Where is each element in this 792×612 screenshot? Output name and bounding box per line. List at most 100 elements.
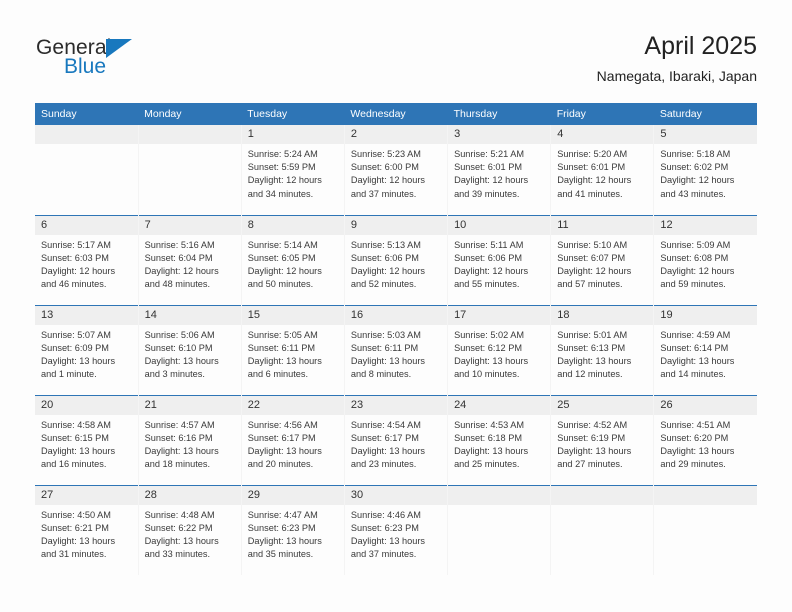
day-number: 2: [344, 125, 448, 144]
day-number: 30: [344, 485, 448, 505]
calendar-day-cell[interactable]: 24 Sunrise: 4:53 AM Sunset: 6:18 PM Dayligh…: [447, 394, 552, 485]
daylight-line-1: Daylight: 13 hours: [247, 355, 322, 366]
sunrise-time: Sunrise: 5:10 AM: [557, 239, 628, 250]
daylight-line-2: and 25 minutes.: [454, 459, 520, 470]
calendar-day-cell[interactable]: 25 Sunrise: 4:52 AM Sunset: 6:19 PM Dayligh…: [550, 394, 655, 485]
day-details: Sunrise: 5:02 AM Sunset: 6:12 PM Daylight:…: [448, 325, 550, 382]
calendar-day-cell[interactable]: 10 Sunrise: 5:11 AM Sunset: 6:06 PM Dayligh…: [447, 214, 552, 305]
day-number: 15: [241, 305, 344, 325]
daylight-line-2: and 20 minutes.: [247, 459, 314, 470]
calendar-day-cell[interactable]: 11 Sunrise: 5:10 AM Sunset: 6:07 PM Dayligh…: [550, 214, 655, 305]
sunset-time: Sunset: 6:09 PM: [41, 342, 109, 353]
day-number: 10: [448, 215, 551, 235]
sunrise-time: Sunrise: 5:23 AM: [350, 149, 421, 159]
calendar-day-cell[interactable]: 9 Sunrise: 5:13 AM Sunset: 6:06 PM Daylight…: [344, 214, 449, 305]
sunrise-time: Sunrise: 4:56 AM: [247, 419, 318, 430]
calendar-day-cell[interactable]: 20 Sunrise: 4:58 AM Sunset: 6:15 PM Dayligh…: [35, 394, 139, 485]
page-subtitle: Namegata, Ibaraki, Japan: [596, 68, 757, 84]
calendar-day-cell-empty: [138, 125, 242, 215]
calendar-day-cell[interactable]: 23 Sunrise: 4:54 AM Sunset: 6:17 PM Dayligh…: [344, 394, 449, 485]
sunset-time: Sunset: 6:07 PM: [557, 252, 626, 263]
calendar-day-cell[interactable]: 2 Sunrise: 5:23 AM Sunset: 6:00 PM Daylight…: [344, 125, 449, 215]
day-details: Sunrise: 4:51 AM Sunset: 6:20 PM Daylight:…: [654, 415, 757, 472]
calendar-day-cell[interactable]: 4 Sunrise: 5:20 AM Sunset: 6:01 PM Daylight…: [550, 125, 655, 215]
day-number: 4: [551, 125, 654, 144]
calendar-day-cell[interactable]: 26 Sunrise: 4:51 AM Sunset: 6:20 PM Dayligh…: [653, 394, 757, 485]
sunset-time: Sunset: 6:23 PM: [247, 522, 316, 533]
day-number: 8: [241, 215, 344, 235]
sunrise-time: Sunrise: 4:54 AM: [350, 419, 421, 430]
day-number: 27: [35, 485, 138, 505]
weekday-header-monday: Monday: [138, 103, 242, 125]
sunset-time: Sunset: 6:15 PM: [41, 432, 109, 443]
calendar-day-cell[interactable]: 7 Sunrise: 5:16 AM Sunset: 6:04 PM Daylight…: [138, 214, 242, 305]
day-details: Sunrise: 5:13 AM Sunset: 6:06 PM Daylight:…: [345, 235, 447, 292]
daylight-line-2: and 33 minutes.: [144, 549, 211, 560]
day-details: Sunrise: 5:07 AM Sunset: 6:09 PM Daylight:…: [35, 325, 138, 382]
day-details: Sunrise: 5:21 AM Sunset: 6:01 PM Daylight:…: [448, 144, 550, 201]
calendar-day-cell[interactable]: 15 Sunrise: 5:05 AM Sunset: 6:11 PM Dayligh…: [241, 304, 345, 395]
daylight-line-2: and 39 minutes.: [454, 188, 520, 199]
daylight-line-2: and 23 minutes.: [350, 459, 417, 470]
daylight-line-1: Daylight: 13 hours: [557, 445, 632, 456]
daylight-line-1: Daylight: 13 hours: [350, 445, 425, 456]
calendar-day-cell[interactable]: 21 Sunrise: 4:57 AM Sunset: 6:16 PM Dayligh…: [138, 394, 242, 485]
calendar-day-cell[interactable]: 18 Sunrise: 5:01 AM Sunset: 6:13 PM Dayligh…: [550, 304, 655, 395]
sunset-time: Sunset: 6:18 PM: [454, 432, 522, 443]
calendar-day-cell[interactable]: 8 Sunrise: 5:14 AM Sunset: 6:05 PM Daylight…: [241, 214, 345, 305]
page-header: General Blue April 2025 Namegata, Ibarak…: [0, 0, 792, 98]
day-number: 26: [654, 395, 757, 415]
calendar-day-cell[interactable]: 1 Sunrise: 5:24 AM Sunset: 5:59 PM Daylight…: [241, 125, 345, 215]
daylight-line-2: and 31 minutes.: [41, 549, 107, 560]
daylight-line-2: and 35 minutes.: [247, 549, 314, 560]
general-blue-logo[interactable]: General Blue: [36, 36, 216, 86]
daylight-line-1: Daylight: 12 hours: [350, 175, 425, 186]
day-number: 19: [654, 305, 757, 325]
calendar-day-cell[interactable]: 19 Sunrise: 4:59 AM Sunset: 6:14 PM Dayligh…: [653, 304, 757, 395]
daylight-line-1: Daylight: 13 hours: [660, 355, 735, 366]
sunset-time: Sunset: 6:16 PM: [144, 432, 213, 443]
calendar-day-cell[interactable]: 30 Sunrise: 4:46 AM Sunset: 6:23 PM Dayligh…: [344, 484, 449, 575]
calendar-day-cell[interactable]: 13 Sunrise: 5:07 AM Sunset: 6:09 PM Dayligh…: [35, 304, 139, 395]
weekday-header-saturday: Saturday: [653, 103, 757, 125]
day-details: Sunrise: 5:18 AM Sunset: 6:02 PM Daylight:…: [654, 144, 757, 201]
daylight-line-2: and 59 minutes.: [660, 279, 726, 290]
daylight-line-1: Daylight: 12 hours: [247, 265, 322, 276]
daylight-line-1: Daylight: 12 hours: [247, 175, 322, 186]
daylight-line-1: Daylight: 13 hours: [41, 445, 116, 456]
calendar-day-cell-empty: [35, 125, 139, 215]
daylight-line-2: and 27 minutes.: [557, 459, 623, 470]
calendar-page: General Blue April 2025 Namegata, Ibarak…: [0, 0, 792, 612]
sunrise-time: Sunrise: 5:09 AM: [660, 239, 731, 250]
calendar-day-cell[interactable]: 16 Sunrise: 5:03 AM Sunset: 6:11 PM Dayligh…: [344, 304, 449, 395]
calendar-day-cell[interactable]: 6 Sunrise: 5:17 AM Sunset: 6:03 PM Daylight…: [35, 214, 139, 305]
sunrise-time: Sunrise: 4:57 AM: [144, 419, 215, 430]
calendar-day-cell[interactable]: 22 Sunrise: 4:56 AM Sunset: 6:17 PM Dayligh…: [241, 394, 345, 485]
day-number: 13: [35, 305, 138, 325]
calendar-day-cell[interactable]: 5 Sunrise: 5:18 AM Sunset: 6:02 PM Daylight…: [653, 125, 757, 215]
calendar-day-cell[interactable]: 3 Sunrise: 5:21 AM Sunset: 6:01 PM Daylight…: [447, 125, 552, 215]
weekday-header-row: Sunday Monday Tuesday Wednesday Thursday…: [35, 103, 757, 125]
calendar-day-cell[interactable]: 12 Sunrise: 5:09 AM Sunset: 6:08 PM Dayligh…: [653, 214, 757, 305]
calendar-day-cell[interactable]: 28 Sunrise: 4:48 AM Sunset: 6:22 PM Dayligh…: [138, 484, 242, 575]
weekday-header-friday: Friday: [550, 103, 654, 125]
day-number: 16: [344, 305, 448, 325]
sunset-time: Sunset: 6:11 PM: [350, 342, 419, 353]
calendar-day-cell[interactable]: 27 Sunrise: 4:50 AM Sunset: 6:21 PM Dayligh…: [35, 484, 139, 575]
sunrise-time: Sunrise: 5:06 AM: [144, 329, 215, 340]
daylight-line-1: Daylight: 12 hours: [557, 265, 632, 276]
calendar-day-cell[interactable]: 14 Sunrise: 5:06 AM Sunset: 6:10 PM Dayligh…: [138, 304, 242, 395]
calendar-day-cell[interactable]: 29 Sunrise: 4:47 AM Sunset: 6:23 PM Dayligh…: [241, 484, 345, 575]
calendar-week-row: 20 Sunrise: 4:58 AM Sunset: 6:15 PM Dayligh…: [35, 394, 757, 485]
sunrise-time: Sunrise: 4:52 AM: [557, 419, 628, 430]
daylight-line-1: Daylight: 12 hours: [454, 175, 529, 186]
sunset-time: Sunset: 6:08 PM: [660, 252, 729, 263]
day-details: Sunrise: 5:16 AM Sunset: 6:04 PM Daylight:…: [139, 235, 241, 292]
daylight-line-1: Daylight: 12 hours: [557, 175, 632, 186]
calendar-day-cell[interactable]: 17 Sunrise: 5:02 AM Sunset: 6:12 PM Dayligh…: [447, 304, 552, 395]
day-details: Sunrise: 5:24 AM Sunset: 5:59 PM Daylight:…: [242, 144, 344, 201]
daylight-line-2: and 46 minutes.: [41, 279, 107, 290]
sunset-time: Sunset: 6:20 PM: [660, 432, 729, 443]
sunrise-time: Sunrise: 5:01 AM: [557, 329, 628, 340]
daylight-line-1: Daylight: 13 hours: [247, 445, 322, 456]
